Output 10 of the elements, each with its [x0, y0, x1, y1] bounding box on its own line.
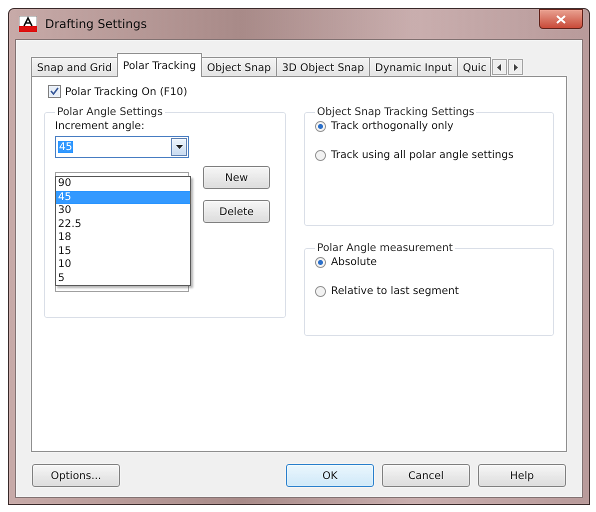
radio-label: Absolute [331, 256, 377, 268]
radio-label: Relative to last segment [331, 285, 459, 297]
radio-label: Track orthogonally only [331, 120, 454, 132]
radio-label: Track using all polar angle settings [331, 149, 514, 161]
group-title: Polar Angle Settings [56, 106, 164, 118]
checkbox-label: Polar Tracking On (F10) [65, 86, 188, 98]
field-label: Increment angle: [55, 120, 146, 132]
window-title: Drafting Settings [45, 17, 147, 31]
group-title: Polar Angle measurement [316, 242, 454, 254]
group-title: Object Snap Tracking Settings [316, 106, 476, 118]
